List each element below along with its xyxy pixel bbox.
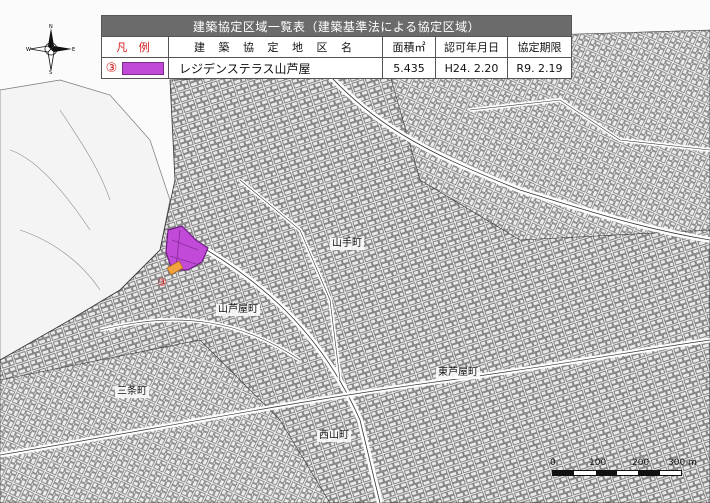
district-area: 5.435 (382, 58, 435, 78)
district-swatch (122, 61, 165, 75)
header-approval-date: 認可年月日 (435, 37, 507, 57)
compass-south: S (49, 70, 52, 74)
scale-bar: 0 100 200 300 m (550, 458, 702, 486)
compass-rose-icon: N S W E (26, 24, 75, 74)
legend-row[interactable]: ③ レジデンステラス山芦屋 5.435 H24. 2.20 R9. 2.19 (102, 57, 571, 78)
header-expiry: 協定期限 (507, 37, 571, 57)
label-higashi-ashiya: 東芦屋町 (436, 367, 480, 379)
scale-300: 300 m (668, 458, 697, 468)
legend-header-row: 凡 例 建 築 協 定 地 区 名 面積㎡ 認可年月日 協定期限 (102, 36, 571, 57)
district-3-marker[interactable]: ③ (157, 276, 167, 289)
district-name: レジデンステラス山芦屋 (168, 58, 382, 78)
label-nishiyama: 西山町 (317, 430, 351, 442)
map-page: 建築協定区域一覧表（建築基準法による協定区域） 凡 例 建 築 協 定 地 区 … (0, 0, 710, 503)
scale-bar-segments (552, 470, 682, 476)
scale-200: 200 (632, 458, 650, 468)
district-legend-table: 建築協定区域一覧表（建築基準法による協定区域） 凡 例 建 築 協 定 地 区 … (101, 15, 572, 79)
district-number: ③ (105, 60, 118, 76)
compass-west: W (26, 47, 31, 53)
district-approval-date: H24. 2.20 (435, 58, 507, 78)
label-sanjo: 三条町 (115, 386, 149, 398)
header-legend: 凡 例 (116, 41, 154, 54)
compass-north: N (49, 24, 53, 30)
label-yamaashiya: 山芦屋町 (216, 304, 260, 316)
legend-key: ③ (102, 58, 168, 78)
scale-0: 0 (550, 458, 556, 468)
district-expiry: R9. 2.19 (507, 58, 571, 78)
header-area: 面積㎡ (382, 37, 435, 57)
header-district-name: 建 築 協 定 地 区 名 (168, 37, 382, 57)
label-yamate: 山手町 (330, 238, 364, 250)
scale-100: 100 (589, 458, 607, 468)
legend-title: 建築協定区域一覧表（建築基準法による協定区域） (102, 16, 571, 36)
compass-east: E (72, 47, 75, 53)
